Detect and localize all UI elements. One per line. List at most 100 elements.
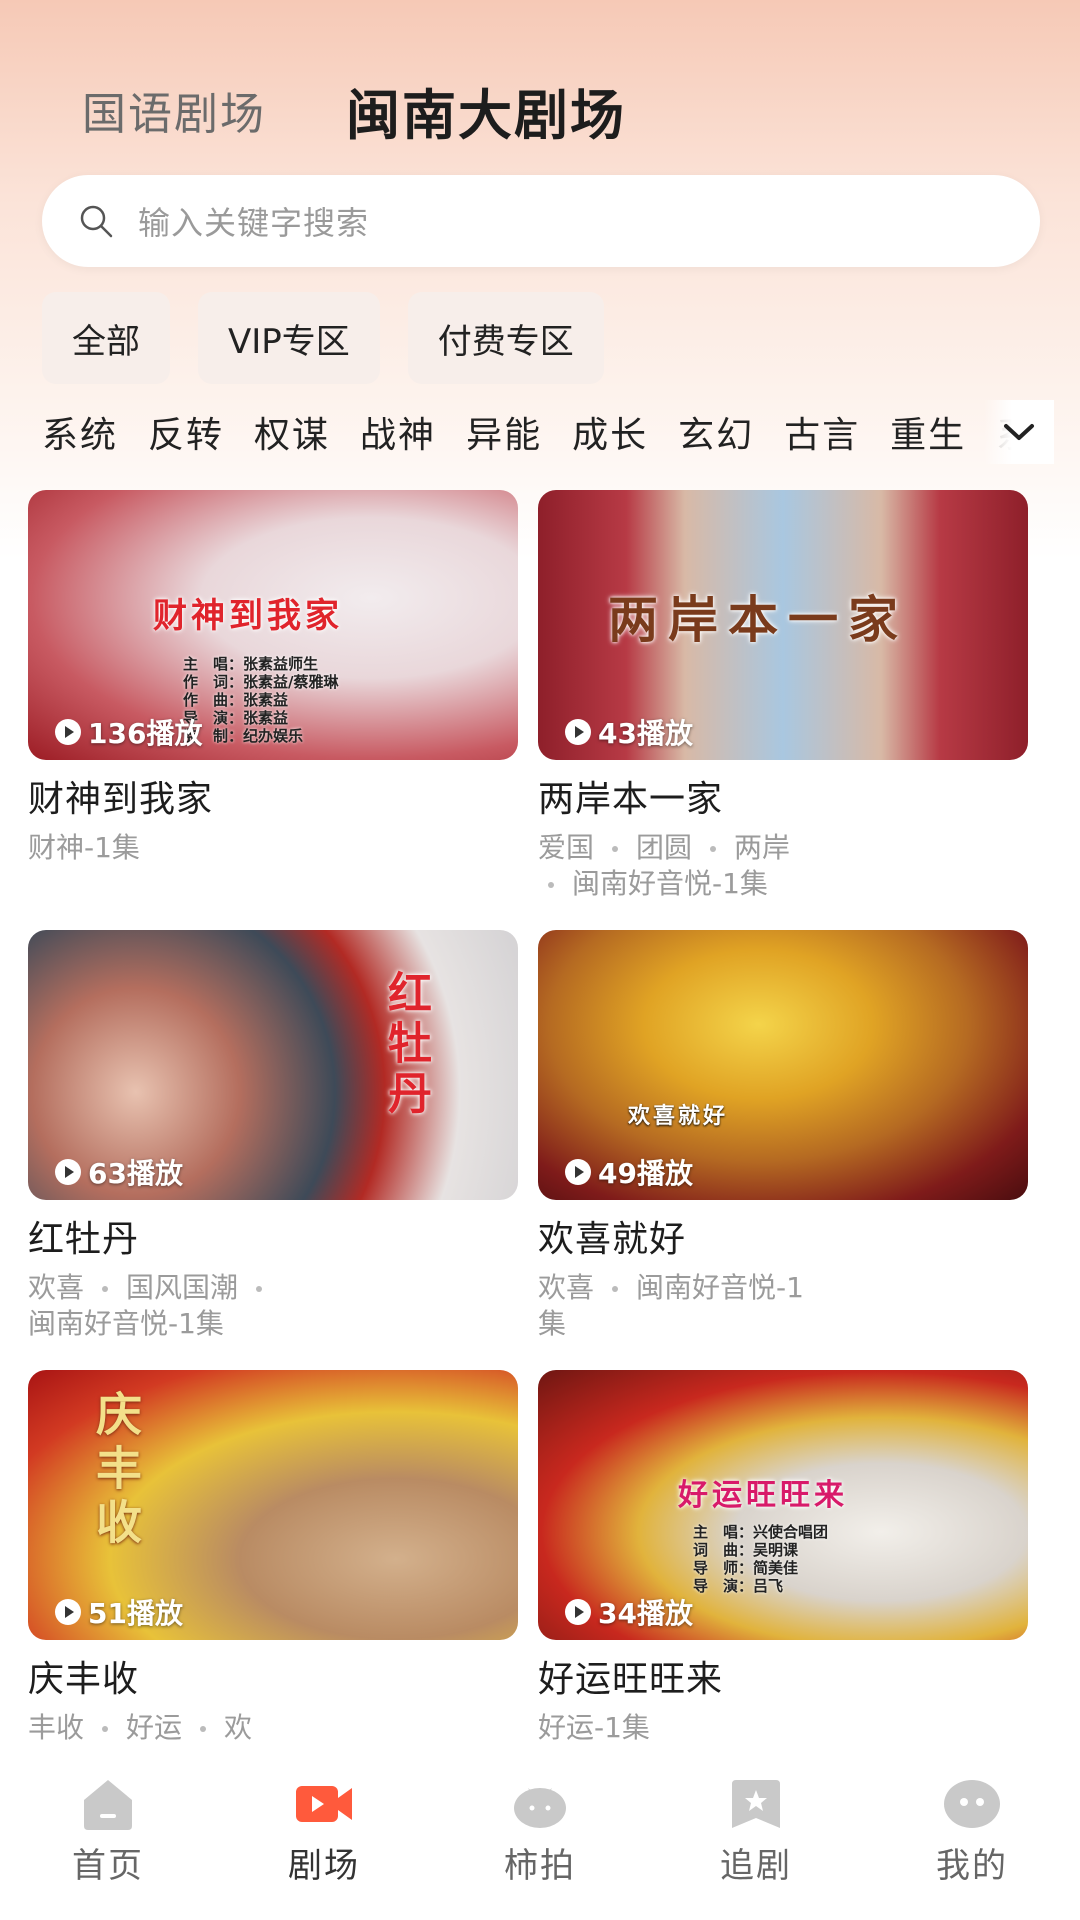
thumbnail-credits: 主 唱：兴使合唱团 词 曲：吴明课 导 师：简美佳 导 演：吕飞 xyxy=(693,1523,828,1595)
category-item[interactable]: 反转 xyxy=(148,406,224,458)
card-thumbnail[interactable]: 财神到我家 主 唱：张素益师生 作 词：张素益/蔡雅琳 作 曲：张素益 导 演：… xyxy=(28,490,518,760)
thumbnail-title: 财神到我家 xyxy=(153,596,343,636)
play-count-text: 49播放 xyxy=(598,1157,693,1190)
top-tab-bar: 国语剧场 闽南大剧场 xyxy=(82,70,706,150)
bookmark-icon xyxy=(732,1780,780,1828)
card-thumbnail[interactable]: 红牡丹 63播放 xyxy=(28,930,518,1200)
tag: 闽南好音悦-1集 xyxy=(28,1307,224,1340)
play-icon xyxy=(55,1159,81,1185)
card-title[interactable]: 庆丰收 xyxy=(28,1656,518,1704)
tag: 两岸 xyxy=(734,831,791,864)
card-thumbnail[interactable]: 庆丰收 51播放 xyxy=(28,1370,518,1640)
tab-label: 首页 xyxy=(72,1846,144,1886)
category-item[interactable]: 权谋 xyxy=(254,406,330,458)
drama-card[interactable]: 红牡丹 63播放 红牡丹 欢喜 国风国潮 闽南好音悦-1集 xyxy=(28,930,518,1342)
tag: 集 xyxy=(538,1307,567,1340)
tab-minnan-theater[interactable]: 闽南大剧场 xyxy=(346,71,626,150)
chevron-down-icon xyxy=(1004,424,1034,440)
credit-line: 导 演：吕飞 xyxy=(693,1577,784,1595)
filter-vip[interactable]: VIP专区 xyxy=(198,292,380,384)
card-title[interactable]: 两岸本一家 xyxy=(538,776,1028,824)
search-input[interactable]: 输入关键字搜索 xyxy=(138,198,369,244)
tag: 欢喜 xyxy=(28,1271,85,1304)
tab-label: 柿拍 xyxy=(504,1846,576,1886)
tag: 国风国潮 xyxy=(126,1271,239,1304)
play-count-text: 51播放 xyxy=(88,1597,183,1630)
thumbnail-credits: 主 唱：张素益师生 作 词：张素益/蔡雅琳 作 曲：张素益 导 演：张素益 监 … xyxy=(183,655,338,745)
credit-line: 导 演：张素益 xyxy=(183,709,289,727)
card-tags: 财神-1集 xyxy=(28,830,358,866)
play-count: 43播放 xyxy=(564,712,693,752)
play-count: 34播放 xyxy=(564,1592,693,1632)
card-title[interactable]: 好运旺旺来 xyxy=(538,1656,1028,1704)
credit-line: 词 曲：吴明课 xyxy=(693,1541,799,1559)
expand-categories-button[interactable] xyxy=(984,400,1054,464)
drama-card[interactable]: 好运旺旺来 主 唱：兴使合唱团 词 曲：吴明课 导 师：简美佳 导 演：吕飞 3… xyxy=(538,1370,1028,1746)
category-row: 系统 反转 权谋 战神 异能 成长 玄幻 古言 重生 系 xyxy=(42,400,1032,464)
card-title[interactable]: 财神到我家 xyxy=(28,776,518,824)
credit-line: 导 师：简美佳 xyxy=(693,1559,799,1577)
category-item[interactable]: 玄幻 xyxy=(678,406,754,458)
category-item[interactable]: 战神 xyxy=(360,406,436,458)
card-thumbnail[interactable]: 两岸本一家 43播放 xyxy=(538,490,1028,760)
drama-card[interactable]: 欢喜就好 49播放 欢喜就好 欢喜 闽南好音悦-1 集 xyxy=(538,930,1028,1342)
tag: 好运 xyxy=(126,1711,183,1744)
credit-line: 作 曲：张素益 xyxy=(183,691,289,709)
search-bar[interactable]: 输入关键字搜索 xyxy=(42,175,1040,267)
play-icon xyxy=(565,719,591,745)
play-icon xyxy=(565,1159,591,1185)
filter-all[interactable]: 全部 xyxy=(42,292,170,384)
drama-card[interactable]: 庆丰收 51播放 庆丰收 丰收 好运 欢 xyxy=(28,1370,518,1746)
play-count-text: 136播放 xyxy=(88,717,203,750)
card-tags: 欢喜 国风国潮 闽南好音悦-1集 xyxy=(28,1270,358,1342)
drama-card[interactable]: 两岸本一家 43播放 两岸本一家 爱国 团圆 两岸 闽南好音悦-1集 xyxy=(538,490,1028,902)
video-camera-icon xyxy=(296,1786,352,1822)
credit-line: 作 词：张素益/蔡雅琳 xyxy=(183,673,339,691)
tab-theater[interactable]: 剧场 xyxy=(244,1760,404,1887)
credit-line: 主 唱：张素益师生 xyxy=(183,655,319,673)
persimmon-icon xyxy=(514,1788,566,1828)
tag: 丰收 xyxy=(28,1711,85,1744)
tag: 欢喜 xyxy=(538,1271,595,1304)
tag: 闽南好音悦-1 xyxy=(636,1271,804,1304)
card-tags: 欢喜 闽南好音悦-1 集 xyxy=(538,1270,868,1342)
thumbnail-title: 好运旺旺来 xyxy=(678,1478,848,1513)
play-icon xyxy=(55,719,81,745)
tab-home[interactable]: 首页 xyxy=(28,1760,188,1887)
thumbnail-title: 红牡丹 xyxy=(380,970,431,1120)
filter-chips: 全部 VIP专区 付费专区 xyxy=(42,292,632,384)
drama-card[interactable]: 财神到我家 主 唱：张素益师生 作 词：张素益/蔡雅琳 作 曲：张素益 导 演：… xyxy=(28,490,518,866)
play-count: 136播放 xyxy=(54,712,202,752)
tab-mandarin-theater[interactable]: 国语剧场 xyxy=(82,78,266,142)
tab-label: 剧场 xyxy=(288,1846,360,1886)
card-thumbnail[interactable]: 欢喜就好 49播放 xyxy=(538,930,1028,1200)
card-thumbnail[interactable]: 好运旺旺来 主 唱：兴使合唱团 词 曲：吴明课 导 师：简美佳 导 演：吕飞 3… xyxy=(538,1370,1028,1640)
credit-line: 监 制：纪办娱乐 xyxy=(183,727,304,745)
play-icon xyxy=(55,1599,81,1625)
thumbnail-title: 两岸本一家 xyxy=(608,591,908,649)
category-item[interactable]: 异能 xyxy=(466,406,542,458)
tab-label: 追剧 xyxy=(720,1846,792,1886)
tag: 好运-1集 xyxy=(538,1711,650,1744)
tab-profile[interactable]: 我的 xyxy=(892,1760,1052,1887)
play-count-text: 34播放 xyxy=(598,1597,693,1630)
tag: 闽南好音悦-1集 xyxy=(572,867,768,900)
tab-follow-drama[interactable]: 追剧 xyxy=(676,1760,836,1887)
credit-line: 主 唱：兴使合唱团 xyxy=(693,1523,829,1541)
play-count-text: 43播放 xyxy=(598,717,693,750)
card-title[interactable]: 红牡丹 xyxy=(28,1216,518,1264)
home-icon xyxy=(84,1780,132,1830)
card-title[interactable]: 欢喜就好 xyxy=(538,1216,1028,1264)
category-item[interactable]: 系统 xyxy=(42,406,118,458)
tab-persimmon[interactable]: 柿拍 xyxy=(460,1760,620,1887)
play-count: 51播放 xyxy=(54,1592,183,1632)
category-item[interactable]: 重生 xyxy=(890,406,966,458)
category-item[interactable]: 古言 xyxy=(784,406,860,458)
tag: 爱国 xyxy=(538,831,595,864)
play-icon xyxy=(565,1599,591,1625)
profile-face-icon xyxy=(944,1780,1000,1828)
thumbnail-title: 欢喜就好 xyxy=(628,1104,729,1129)
filter-paid[interactable]: 付费专区 xyxy=(407,292,604,384)
category-item[interactable]: 成长 xyxy=(572,406,648,458)
card-tags: 好运-1集 xyxy=(538,1710,868,1746)
